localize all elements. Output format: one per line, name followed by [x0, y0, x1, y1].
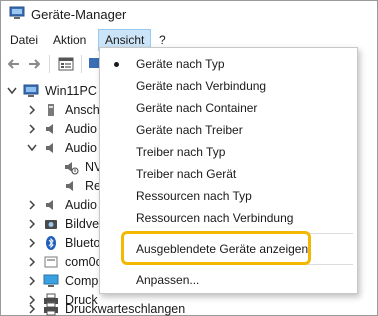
menu-option-devices-by-container[interactable]: Geräte nach Container [100, 97, 357, 119]
tree-item-label: Druckwarteschlangen [65, 302, 186, 316]
tree-item-label: Audio [65, 141, 97, 155]
chevron-right-icon[interactable] [27, 256, 37, 268]
menu-option-label: Geräte nach Typ [136, 57, 225, 71]
audio-device-icon [63, 159, 79, 175]
menu-datei[interactable]: Datei [4, 29, 44, 51]
title-bar: Geräte-Manager [1, 1, 377, 27]
tree-item-label: Ansch [65, 103, 100, 117]
device-manager-icon [9, 6, 25, 20]
menu-option-label: Ressourcen nach Verbindung [136, 211, 294, 225]
printer-icon [43, 301, 59, 316]
tree-root-label: Win11PC [45, 84, 97, 98]
chevron-right-icon[interactable] [27, 218, 37, 230]
menu-option-label: Geräte nach Verbindung [136, 79, 267, 93]
highlight-annotation [121, 231, 311, 265]
menu-option-label: Geräte nach Treiber [136, 123, 243, 137]
camera-icon [43, 216, 59, 232]
chevron-right-icon[interactable] [27, 303, 37, 315]
back-icon[interactable] [5, 55, 23, 73]
chevron-right-icon[interactable] [27, 275, 37, 287]
chevron-down-icon[interactable] [7, 85, 17, 97]
menu-option-label: Treiber nach Typ [136, 145, 226, 159]
menu-aktion[interactable]: Aktion [47, 29, 92, 51]
menu-option-label: Ressourcen nach Typ [136, 189, 252, 203]
tree-item[interactable]: Druckwarteschlangen [1, 299, 377, 316]
audio-icon [43, 197, 59, 213]
com-icon [43, 254, 59, 270]
speaker-icon [63, 178, 79, 194]
tree-item-label: com0c [65, 255, 102, 269]
toolbar-divider [81, 55, 82, 73]
ports-icon [43, 102, 59, 118]
tree-item-label: Audio [65, 122, 97, 136]
selected-bullet-icon [114, 62, 119, 67]
device-manager-window: Geräte-Manager Datei Aktion Ansicht ? Wi… [0, 0, 378, 316]
audio-icon [43, 121, 59, 137]
menu-option-devices-by-type[interactable]: Geräte nach Typ [100, 53, 357, 75]
chevron-right-icon[interactable] [27, 237, 37, 249]
menu-option-devices-by-connection[interactable]: Geräte nach Verbindung [100, 75, 357, 97]
forward-icon[interactable] [25, 55, 43, 73]
chevron-down-icon[interactable] [27, 142, 37, 154]
bluetooth-icon [43, 235, 59, 251]
menu-option-label: Anpassen... [136, 273, 200, 287]
menu-option-drivers-by-device[interactable]: Treiber nach Gerät [100, 163, 357, 185]
toolbar-divider [49, 55, 50, 73]
menu-option-devices-by-driver[interactable]: Geräte nach Treiber [100, 119, 357, 141]
menu-option-customize[interactable]: Anpassen... [100, 269, 357, 291]
tree-item-label: Audio [65, 198, 97, 212]
menu-option-drivers-by-type[interactable]: Treiber nach Typ [100, 141, 357, 163]
menu-option-label: Treiber nach Gerät [136, 167, 237, 181]
chevron-right-icon[interactable] [27, 123, 37, 135]
tree-item-label: Comp [65, 274, 99, 288]
properties-icon[interactable] [57, 55, 75, 73]
tree-item-label: Bildve [65, 217, 100, 231]
audio-icon [43, 140, 59, 156]
chevron-right-icon[interactable] [27, 199, 37, 211]
chevron-right-icon[interactable] [27, 104, 37, 116]
window-title: Geräte-Manager [31, 7, 127, 22]
menu-option-resources-by-connection[interactable]: Ressourcen nach Verbindung [100, 207, 357, 229]
computer-icon [43, 273, 59, 289]
menu-option-resources-by-type[interactable]: Ressourcen nach Typ [100, 185, 357, 207]
computer-icon [23, 83, 39, 99]
menu-option-label: Geräte nach Container [136, 101, 258, 115]
tree-item-label: Blueto [65, 236, 101, 250]
